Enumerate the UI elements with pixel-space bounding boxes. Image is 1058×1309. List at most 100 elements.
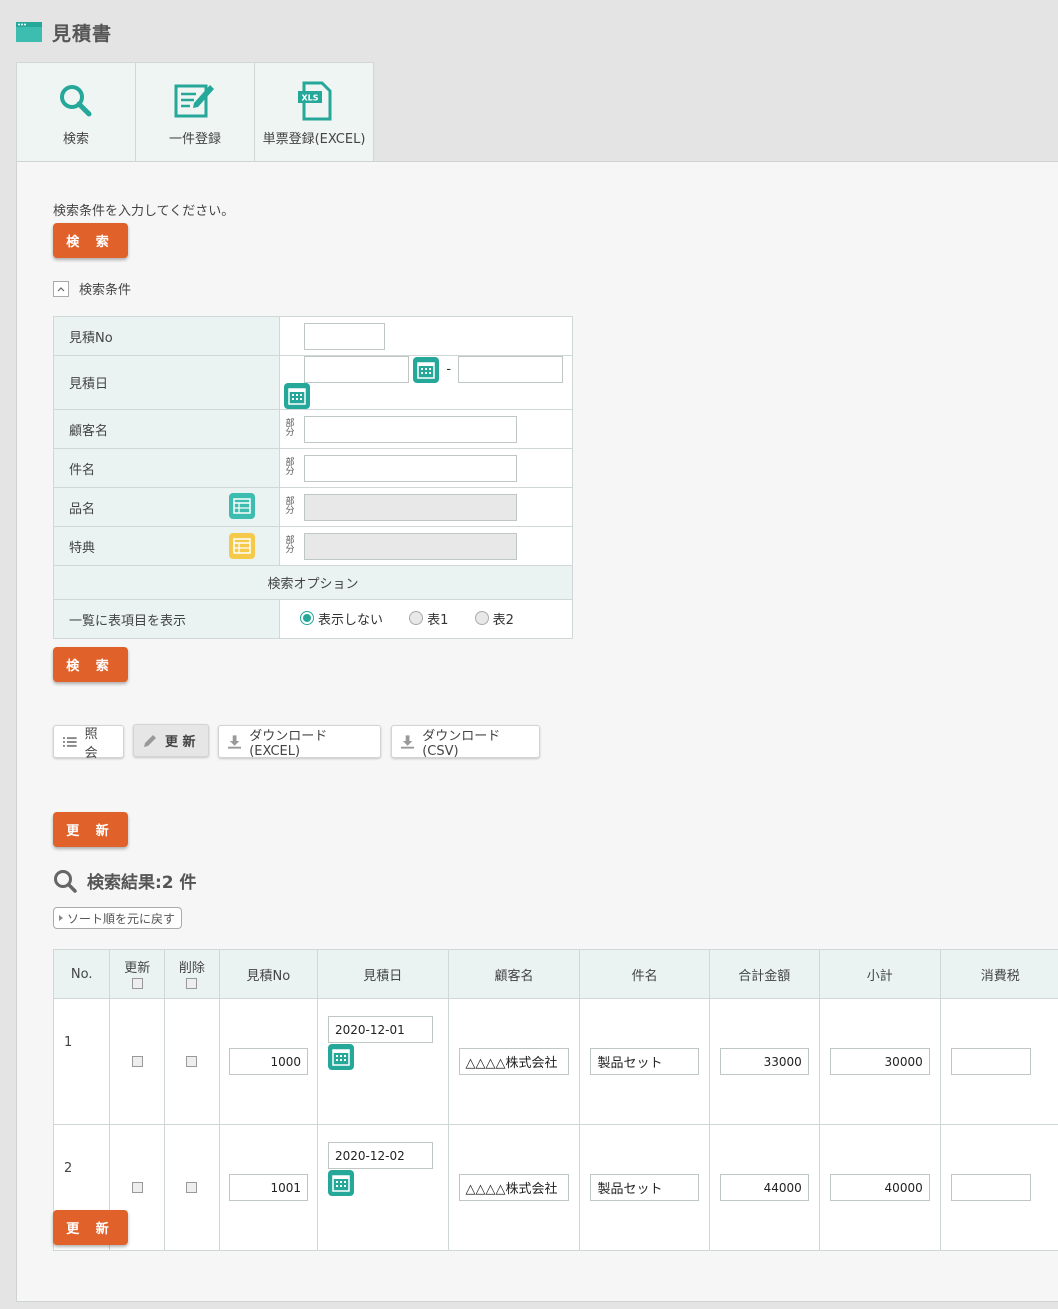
- chevron-up-icon: [53, 280, 69, 297]
- download-csv-button[interactable]: ダウンロード(CSV): [391, 725, 540, 759]
- list-icon: [63, 736, 77, 747]
- subject-cell: 部分: [279, 448, 573, 488]
- radio-no-display[interactable]: 表示しない: [300, 609, 383, 628]
- customer-field[interactable]: △△△△株式会社: [458, 1048, 570, 1075]
- condition-row-display: 一覧に表項目を表示 表示しない 表1 表2: [53, 599, 573, 639]
- total-field[interactable]: 44000: [719, 1174, 809, 1201]
- caret-right-icon: [59, 915, 63, 921]
- estimate-no-field[interactable]: 1000: [228, 1048, 308, 1075]
- partial-match-marker: 部分: [285, 419, 295, 438]
- col-estimate-no[interactable]: 見積No: [218, 949, 319, 999]
- search-conditions-toggle[interactable]: 検索条件: [53, 279, 131, 298]
- update-mode-button[interactable]: 更 新: [133, 724, 209, 757]
- subtotal-field[interactable]: 30000: [829, 1048, 930, 1075]
- tab-single-register-label: 一件登録: [168, 132, 221, 147]
- xls-file-icon: XLS: [298, 81, 332, 121]
- tab-single-register[interactable]: 一件登録: [135, 62, 254, 163]
- col-update: 更新: [109, 949, 166, 999]
- radio-no-display-label: 表示しない: [318, 612, 384, 628]
- customer-cell: △△△△株式会社: [447, 998, 581, 1125]
- col-subtotal[interactable]: 小計: [818, 949, 941, 999]
- col-tax[interactable]: 消費税: [939, 949, 1058, 999]
- col-estimate-date[interactable]: 見積日: [317, 949, 449, 999]
- date-to-input[interactable]: [458, 356, 564, 383]
- tax-field[interactable]: [950, 1174, 1031, 1201]
- search-results-count: 検索結果:2 件: [87, 873, 197, 893]
- subject-field[interactable]: 製品セット: [590, 1174, 699, 1201]
- condition-row-bonus: 特典 部分: [53, 526, 573, 566]
- update-all-checkbox[interactable]: [131, 978, 143, 989]
- customer-field[interactable]: △△△△株式会社: [458, 1174, 570, 1201]
- sort-reset-button[interactable]: ソート順を元に戻す: [53, 907, 183, 929]
- col-customer[interactable]: 顧客名: [447, 949, 581, 999]
- estimate-date-field[interactable]: 2020-12-01: [328, 1016, 433, 1043]
- search-button-bottom[interactable]: 検 索: [53, 647, 128, 682]
- subject-cell: 製品セット: [579, 998, 710, 1125]
- update-checkbox[interactable]: [131, 1056, 143, 1067]
- update-button-bottom[interactable]: 更 新: [53, 1210, 128, 1245]
- download-csv-label: ダウンロード(CSV): [422, 728, 501, 759]
- radio-circle: [409, 611, 424, 626]
- radio-table2[interactable]: 表2: [474, 609, 514, 628]
- page-title: 見積書: [52, 22, 113, 45]
- function-toolbar: 検索 一件登録 XLS 単票登録(EXCEL): [16, 62, 374, 163]
- product-input: [304, 493, 518, 521]
- delete-checkbox[interactable]: [186, 1182, 198, 1193]
- estimate-no-label: 見積No: [53, 316, 280, 356]
- estimate-no-input[interactable]: [304, 322, 386, 350]
- main-panel: 検索条件を入力してください。 検 索 検索条件 見積No 見積日 - 顧客名 部…: [16, 161, 1058, 1302]
- tax-field[interactable]: [950, 1048, 1031, 1075]
- subtotal-field[interactable]: 40000: [829, 1174, 930, 1201]
- estimate-no-cell: 1000: [218, 998, 319, 1125]
- partial-match-marker: 部分: [285, 497, 295, 516]
- pencil-icon: [144, 734, 156, 747]
- estimate-no-cell: 1001: [218, 1124, 319, 1251]
- condition-row-options-header: 検索オプション: [53, 565, 573, 600]
- calendar-icon[interactable]: [328, 1044, 354, 1070]
- download-icon: [401, 734, 415, 749]
- date-separator: -: [446, 362, 452, 377]
- subject-field[interactable]: 製品セット: [590, 1048, 699, 1075]
- condition-row-subject: 件名 部分: [53, 448, 573, 488]
- bonus-cell: 部分: [279, 526, 573, 566]
- search-conditions-table: 見積No 見積日 - 顧客名 部分 件名 部分 品名 部分 特典 部分 検索オプ…: [53, 316, 573, 639]
- table-row: 2 1001 2020-12-02 △△△△株式会社 製品セット 44000 4…: [52, 1124, 1058, 1251]
- calendar-icon[interactable]: [413, 356, 440, 383]
- customer-input[interactable]: [304, 415, 518, 443]
- radio-table2-label: 表2: [492, 612, 514, 628]
- col-subject[interactable]: 件名: [579, 949, 710, 999]
- col-update-label: 更新: [124, 961, 151, 976]
- calendar-icon[interactable]: [328, 1170, 354, 1196]
- partial-match-marker: 部分: [285, 536, 295, 555]
- delete-all-checkbox[interactable]: [186, 978, 198, 989]
- search-conditions-label: 検索条件: [79, 283, 132, 298]
- tab-excel-register[interactable]: XLS 単票登録(EXCEL): [254, 62, 374, 163]
- total-field[interactable]: 33000: [719, 1048, 809, 1075]
- table-list-icon[interactable]: [229, 493, 255, 519]
- estimate-date-field[interactable]: 2020-12-02: [328, 1142, 433, 1169]
- radio-table1-label: 表1: [427, 612, 449, 628]
- condition-row-customer: 顧客名 部分: [53, 409, 573, 449]
- col-total[interactable]: 合計金額: [708, 949, 820, 999]
- subject-input[interactable]: [304, 454, 518, 482]
- download-excel-button[interactable]: ダウンロード(EXCEL): [218, 725, 381, 759]
- search-results-heading: 検索結果:2 件: [53, 868, 197, 893]
- radio-table1[interactable]: 表1: [409, 609, 448, 628]
- delete-checkbox-cell: [164, 1124, 220, 1251]
- date-from-input[interactable]: [304, 356, 410, 383]
- delete-checkbox[interactable]: [186, 1056, 198, 1067]
- estimate-no-field[interactable]: 1001: [228, 1174, 308, 1201]
- view-mode-button[interactable]: 照 会: [53, 725, 124, 761]
- window-icon: [16, 22, 42, 42]
- display-columns-cell: 表示しない 表1 表2: [279, 599, 573, 639]
- estimate-date-cell: 2020-12-02: [317, 1124, 449, 1251]
- bonus-label-cell: 特典: [53, 526, 280, 566]
- customer-cell: 部分: [279, 409, 573, 449]
- search-instruction: 検索条件を入力してください。: [53, 204, 235, 219]
- tab-search[interactable]: 検索: [16, 62, 135, 163]
- update-checkbox[interactable]: [131, 1182, 143, 1193]
- search-button-top[interactable]: 検 索: [53, 223, 128, 258]
- calendar-icon[interactable]: [284, 383, 310, 409]
- update-button-top[interactable]: 更 新: [53, 812, 128, 847]
- table-list-icon[interactable]: [229, 533, 255, 559]
